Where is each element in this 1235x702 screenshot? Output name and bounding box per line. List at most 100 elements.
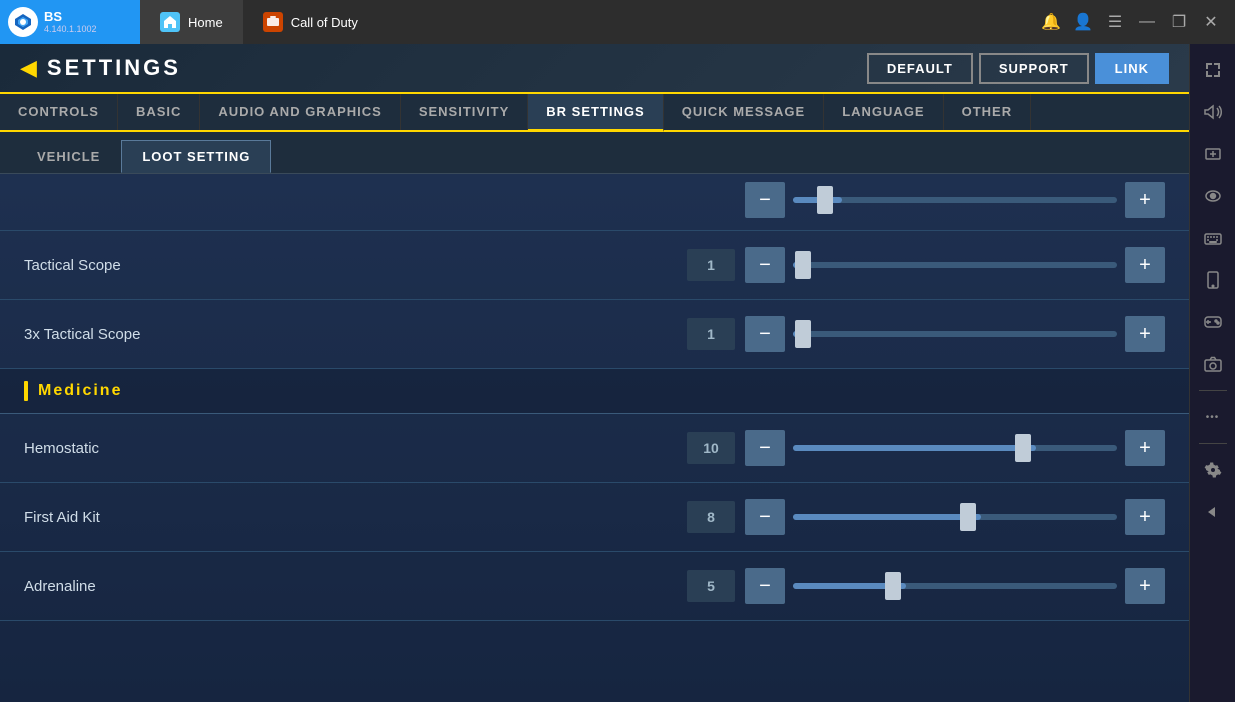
sub-tab-bar: VEHICLE LOOT SETTING xyxy=(0,132,1189,174)
bluestacks-logo: BS 4.140.1.1002 xyxy=(0,0,140,44)
game-controller-icon[interactable] xyxy=(1195,304,1231,340)
3x-tactical-scope-label: 3x Tactical Scope xyxy=(24,326,687,343)
menu-icon[interactable]: ☰ xyxy=(1101,8,1129,36)
first-aid-kit-thumb[interactable] xyxy=(960,503,976,531)
close-button[interactable]: ✕ xyxy=(1197,8,1225,36)
fullscreen-icon[interactable] xyxy=(1195,136,1231,172)
tab-sensitivity[interactable]: SENSITIVITY xyxy=(401,94,528,130)
tab-home[interactable]: Home xyxy=(140,0,243,44)
settings-header: ◀ SETTINGS DEFAULT SUPPORT LINK xyxy=(0,44,1189,94)
eye-icon[interactable] xyxy=(1195,178,1231,214)
partial-thumb-1[interactable] xyxy=(817,186,833,214)
tab-game-label: Call of Duty xyxy=(291,15,358,30)
category-bar-icon xyxy=(24,381,28,401)
minimize-button[interactable]: — xyxy=(1133,8,1161,36)
back-icon[interactable] xyxy=(1195,494,1231,530)
keyboard-icon[interactable] xyxy=(1195,220,1231,256)
first-aid-kit-label: First Aid Kit xyxy=(24,509,687,526)
expand-icon[interactable] xyxy=(1195,52,1231,88)
right-sidebar: ••• xyxy=(1189,44,1235,702)
sidebar-divider-1 xyxy=(1199,390,1227,391)
3x-tactical-scope-slider: − + xyxy=(745,316,1165,352)
tactical-scope-slider: − + xyxy=(745,247,1165,283)
hemostatic-label: Hemostatic xyxy=(24,440,687,457)
game-tab-icon xyxy=(263,12,283,32)
partial-plus-1[interactable]: + xyxy=(1125,182,1165,218)
partial-minus-1[interactable]: − xyxy=(745,182,785,218)
tab-quick-message[interactable]: QUICK MESSAGE xyxy=(664,94,825,130)
main-content: ◀ SETTINGS DEFAULT SUPPORT LINK CONTROLS… xyxy=(0,44,1189,702)
adrenaline-row: Adrenaline 5 − + xyxy=(0,552,1189,621)
window-controls: 🔔 👤 ☰ — ❐ ✕ xyxy=(1027,0,1235,44)
3x-tactical-scope-track[interactable] xyxy=(793,331,1117,337)
bell-icon[interactable]: 🔔 xyxy=(1037,8,1065,36)
first-aid-kit-plus[interactable]: + xyxy=(1125,499,1165,535)
support-button[interactable]: SUPPORT xyxy=(979,53,1089,84)
hemostatic-slider: − + xyxy=(745,430,1165,466)
tab-audio-graphics[interactable]: AUDIO AND GRAPHICS xyxy=(200,94,400,130)
subtab-loot-setting[interactable]: LOOT SETTING xyxy=(121,140,271,173)
settings-back-icon[interactable]: ◀ xyxy=(20,55,37,81)
settings-tab-bar: CONTROLS BASIC AUDIO AND GRAPHICS SENSIT… xyxy=(0,94,1189,132)
tactical-scope-row: Tactical Scope 1 − + xyxy=(0,231,1189,300)
app-layout: ◀ SETTINGS DEFAULT SUPPORT LINK CONTROLS… xyxy=(0,44,1235,702)
settings-title: SETTINGS xyxy=(47,55,181,81)
3x-tactical-scope-minus[interactable]: − xyxy=(745,316,785,352)
first-aid-kit-slider: − + xyxy=(745,499,1165,535)
adrenaline-slider: − + xyxy=(745,568,1165,604)
tab-other[interactable]: OTHER xyxy=(944,94,1032,130)
tab-controls[interactable]: CONTROLS xyxy=(0,94,118,130)
sidebar-divider-2 xyxy=(1199,443,1227,444)
hemostatic-value: 10 xyxy=(687,432,735,464)
tab-home-label: Home xyxy=(188,15,223,30)
tactical-scope-label: Tactical Scope xyxy=(24,257,687,274)
hemostatic-plus[interactable]: + xyxy=(1125,430,1165,466)
tab-basic[interactable]: BASIC xyxy=(118,94,200,130)
subtab-vehicle[interactable]: VEHICLE xyxy=(16,140,121,173)
tactical-scope-plus[interactable]: + xyxy=(1125,247,1165,283)
first-aid-kit-fill xyxy=(793,514,981,520)
adrenaline-track[interactable] xyxy=(793,583,1117,589)
first-aid-kit-minus[interactable]: − xyxy=(745,499,785,535)
tab-language[interactable]: LANGUAGE xyxy=(824,94,943,130)
tactical-scope-minus[interactable]: − xyxy=(745,247,785,283)
tactical-scope-value: 1 xyxy=(687,249,735,281)
adrenaline-minus[interactable]: − xyxy=(745,568,785,604)
hemostatic-track[interactable] xyxy=(793,445,1117,451)
adrenaline-plus[interactable]: + xyxy=(1125,568,1165,604)
home-tab-icon xyxy=(160,12,180,32)
tactical-scope-track[interactable] xyxy=(793,262,1117,268)
tablet-icon[interactable] xyxy=(1195,262,1231,298)
bs-logo-icon xyxy=(8,7,38,37)
default-button[interactable]: DEFAULT xyxy=(867,53,973,84)
hemostatic-minus[interactable]: − xyxy=(745,430,785,466)
partial-track-1[interactable] xyxy=(793,197,1117,203)
hemostatic-thumb[interactable] xyxy=(1015,434,1031,462)
tab-br-settings[interactable]: BR SETTINGS xyxy=(528,94,663,132)
first-aid-kit-track[interactable] xyxy=(793,514,1117,520)
link-button[interactable]: LINK xyxy=(1095,53,1169,84)
adrenaline-label: Adrenaline xyxy=(24,578,687,595)
camera-icon[interactable] xyxy=(1195,346,1231,382)
tactical-scope-thumb[interactable] xyxy=(795,251,811,279)
account-icon[interactable]: 👤 xyxy=(1069,8,1097,36)
medicine-category-header: Medicine xyxy=(0,369,1189,413)
maximize-button[interactable]: ❐ xyxy=(1165,8,1193,36)
medicine-label: Medicine xyxy=(38,382,122,400)
partial-slider-1: − + xyxy=(745,182,1165,218)
volume-icon[interactable] xyxy=(1195,94,1231,130)
first-aid-kit-row: First Aid Kit 8 − + xyxy=(0,483,1189,552)
more-icon[interactable]: ••• xyxy=(1195,399,1231,435)
tab-game[interactable]: Call of Duty xyxy=(243,0,378,44)
gear-icon[interactable] xyxy=(1195,452,1231,488)
3x-tactical-scope-value: 1 xyxy=(687,318,735,350)
hemostatic-row: Hemostatic 10 − + xyxy=(0,414,1189,483)
3x-tactical-scope-plus[interactable]: + xyxy=(1125,316,1165,352)
settings-top-buttons: DEFAULT SUPPORT LINK xyxy=(867,53,1169,84)
partial-row-top: − + xyxy=(0,174,1189,231)
bs-title: BS 4.140.1.1002 xyxy=(44,9,97,35)
3x-tactical-scope-row: 3x Tactical Scope 1 − + xyxy=(0,300,1189,369)
adrenaline-thumb[interactable] xyxy=(885,572,901,600)
title-bar-tabs: Home Call of Duty 🔔 👤 ☰ — ❐ ✕ xyxy=(140,0,1235,44)
3x-tactical-scope-thumb[interactable] xyxy=(795,320,811,348)
